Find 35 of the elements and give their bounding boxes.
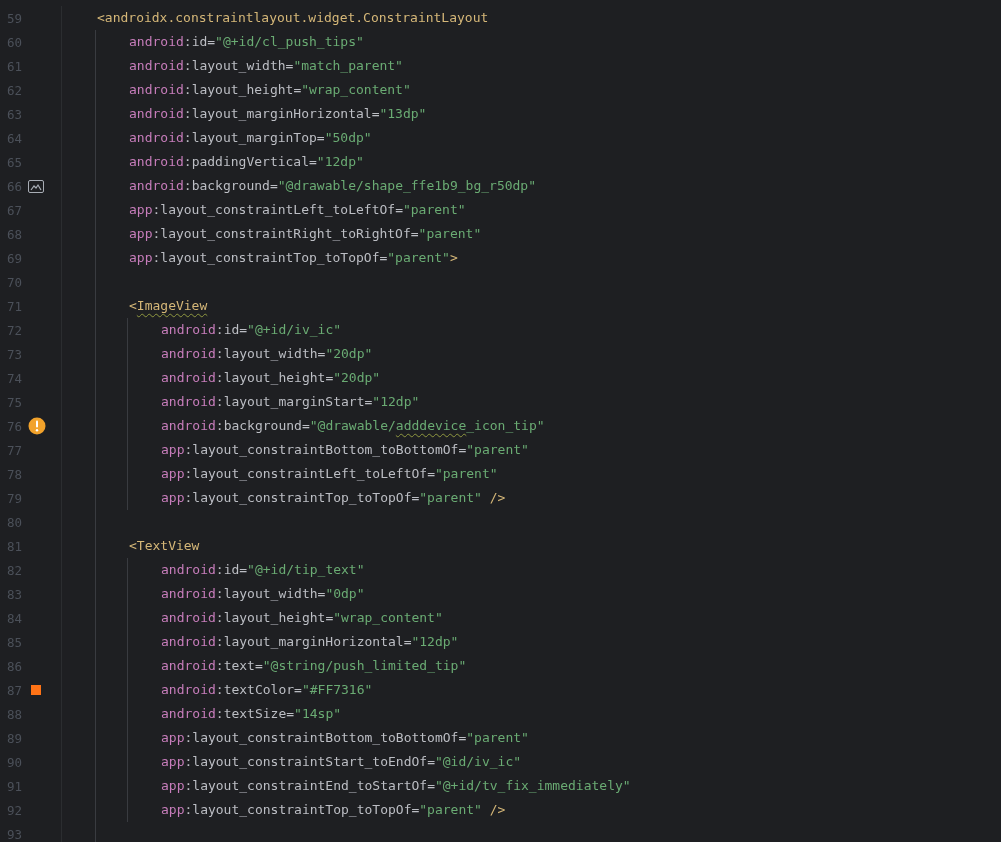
code-line: android:text="@string/push_limited_tip" — [160, 657, 467, 675]
code-line: app:layout_constraintTop_toTopOf="parent" /> — [160, 489, 506, 507]
code-line: android:paddingVertical="12dp" — [128, 153, 364, 171]
code-line: <ImageView — [128, 297, 208, 315]
code-line: app:layout_constraintTop_toTopOf="parent"> — [128, 249, 458, 267]
code-line: android:layout_marginTop="50dp" — [128, 129, 372, 147]
code-line: android:id="@+id/cl_push_tips" — [128, 33, 364, 51]
code-line: android:layout_height="20dp" — [160, 369, 381, 387]
code-line: app:layout_constraintLeft_toLeftOf="parent" — [160, 465, 498, 483]
code-line: android:textColor="#FF7316" — [160, 681, 373, 699]
code-line: app:layout_constraintStart_toEndOf="@id/iv_ic" — [160, 753, 522, 771]
code-line: android:layout_width="20dp" — [160, 345, 373, 363]
code-line: android:layout_marginStart="12dp" — [160, 393, 420, 411]
code-line: android:id="@+id/iv_ic" — [160, 321, 342, 339]
code-line: android:layout_height="wrap_content" — [160, 609, 443, 627]
code-line: android:background="@drawable/shape_ffe1b9_bg_r50dp" — [128, 177, 536, 195]
code-line: <TextView — [128, 537, 200, 555]
code-line: app:layout_constraintTop_toTopOf="parent" /> — [160, 801, 506, 819]
warning-icon[interactable] — [28, 417, 46, 435]
code-line: app:layout_constraintBottom_toBottomOf="parent" — [160, 729, 529, 747]
code-line: android:id="@+id/tip_text" — [160, 561, 365, 579]
code-line: android:background="@drawable/adddevice_icon_tip" — [160, 417, 545, 435]
code-line: app:layout_constraintRight_toRightOf="parent" — [128, 225, 482, 243]
code-line: android:layout_height="wrap_content" — [128, 81, 411, 99]
code-line: app:layout_constraintEnd_toStartOf="@+id/tv_fix_immediately" — [160, 777, 631, 795]
code-line: android:layout_width="match_parent" — [128, 57, 403, 75]
code-line: <androidx.constraintlayout.widget.ConstraintLayout — [96, 9, 489, 27]
code-line: android:layout_marginHorizontal="13dp" — [128, 105, 427, 123]
code-line: android:textSize="14sp" — [160, 705, 342, 723]
code-line: app:layout_constraintLeft_toLeftOf="parent" — [128, 201, 466, 219]
image-preview-icon[interactable] — [28, 179, 44, 193]
code-line: android:layout_width="0dp" — [160, 585, 365, 603]
color-swatch[interactable] — [31, 685, 41, 695]
code-line: android:layout_marginHorizontal="12dp" — [160, 633, 459, 651]
code-line: app:layout_constraintBottom_toBottomOf="parent" — [160, 441, 529, 459]
